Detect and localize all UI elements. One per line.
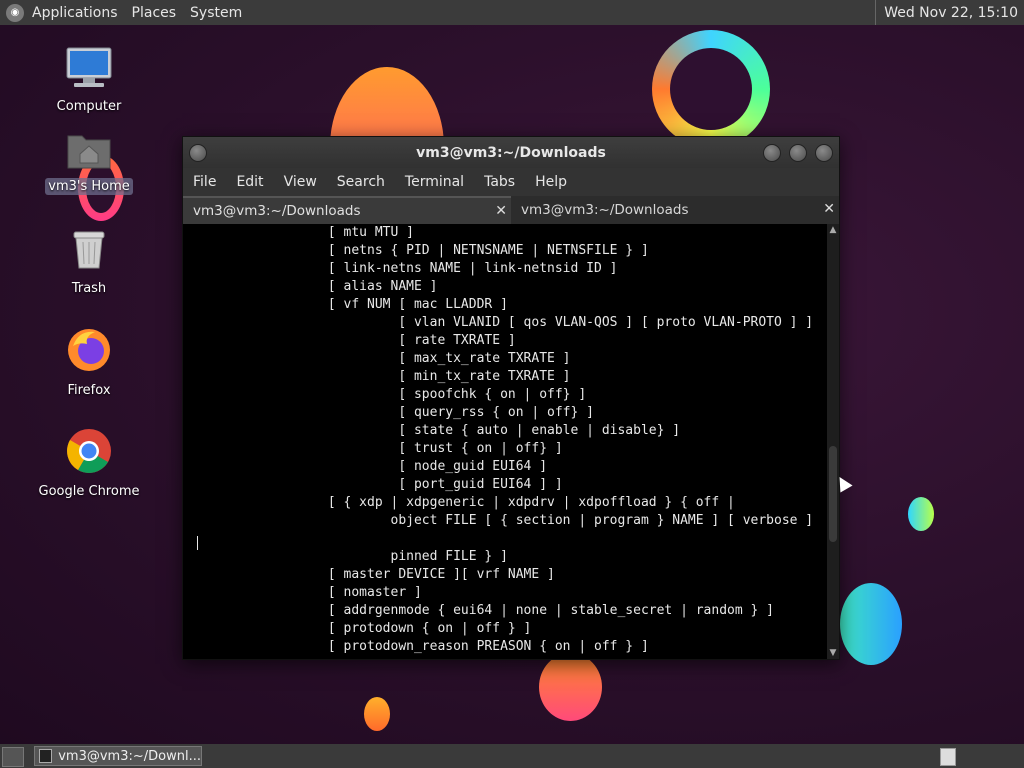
- tab-bar: vm3@vm3:~/Downloads ✕ vm3@vm3:~/Download…: [183, 196, 839, 224]
- terminal-line: [ query_rss { on | off} ]: [187, 405, 594, 420]
- desktop-icon-label: Computer: [56, 99, 122, 114]
- decor-blob: [364, 697, 390, 731]
- tab-close-icon[interactable]: ✕: [823, 201, 835, 217]
- terminal-line: [ min_tx_rate TXRATE ]: [187, 369, 571, 384]
- chrome-icon: [67, 429, 111, 473]
- tab-label: vm3@vm3:~/Downloads: [521, 202, 689, 218]
- menu-view[interactable]: View: [274, 174, 327, 190]
- desktop-icon-label: Trash: [71, 281, 107, 296]
- menu-places[interactable]: Places: [132, 5, 177, 21]
- bottom-panel: vm3@vm3:~/Downl...: [0, 744, 1024, 768]
- decor-blob: [908, 497, 934, 531]
- maximize-button[interactable]: [789, 144, 807, 162]
- terminal-line: [ alias NAME ]: [187, 279, 438, 294]
- terminal-line: [ addrgenmode { eui64 | none | stable_se…: [187, 603, 774, 618]
- workspace-switcher-icon[interactable]: [940, 748, 956, 766]
- menu-tabs[interactable]: Tabs: [474, 174, 525, 190]
- minimize-button[interactable]: [763, 144, 781, 162]
- panel-separator: [875, 0, 877, 25]
- menu-applications[interactable]: Applications: [32, 5, 118, 21]
- firefox-icon: [68, 329, 110, 371]
- tab-1[interactable]: vm3@vm3:~/Downloads ✕: [183, 196, 511, 224]
- terminal-line: [ protodown_reason PREASON { on | off } …: [187, 639, 649, 654]
- terminal-line: [ protodown { on | off } ]: [187, 621, 532, 636]
- desktop-icon-home[interactable]: vm3's Home: [34, 128, 144, 195]
- menu-help[interactable]: Help: [525, 174, 577, 190]
- decor-blob: [539, 653, 602, 721]
- top-panel: ◉ Applications Places System Wed Nov 22,…: [0, 0, 1024, 25]
- terminal-line: [ trust { on | off} ]: [187, 441, 563, 456]
- menubar: File Edit View Search Terminal Tabs Help: [183, 168, 839, 196]
- scroll-down-icon[interactable]: ▼: [827, 647, 839, 659]
- tab-close-icon[interactable]: ✕: [495, 203, 507, 219]
- menu-file[interactable]: File: [183, 174, 226, 190]
- terminal-line: pinned FILE } ]: [187, 549, 508, 564]
- terminal-line: [ link-netns NAME | link-netnsid ID ]: [187, 261, 618, 276]
- terminal-line: object FILE [ { section | program } NAME…: [187, 513, 814, 528]
- desktop-icon-trash[interactable]: Trash: [34, 228, 144, 297]
- decor-blob: [840, 583, 902, 665]
- menu-terminal[interactable]: Terminal: [395, 174, 474, 190]
- desktop-icon-label: Google Chrome: [38, 484, 140, 499]
- terminal-line: [ mtu MTU ]: [187, 225, 414, 240]
- terminal-line: [ vf NUM [ mac LLADDR ]: [187, 297, 508, 312]
- terminal-line: [ netns { PID | NETNSNAME | NETNSFILE } …: [187, 243, 649, 258]
- terminal-window: vm3@vm3:~/Downloads File Edit View Searc…: [182, 136, 840, 660]
- desktop-icon-chrome[interactable]: Google Chrome: [34, 427, 144, 500]
- terminal-line: [ nomaster ]: [187, 585, 422, 600]
- terminal-line: [ state { auto | enable | disable} ]: [187, 423, 681, 438]
- desktop-icon-firefox[interactable]: Firefox: [34, 326, 144, 399]
- computer-icon: [66, 47, 112, 87]
- taskbar-terminal-button[interactable]: vm3@vm3:~/Downl...: [34, 746, 202, 766]
- terminal-line: [ master DEVICE ][ vrf NAME ]: [187, 567, 555, 582]
- trash-icon: [73, 231, 105, 269]
- scroll-up-icon[interactable]: ▲: [827, 224, 839, 236]
- home-folder-icon: [67, 135, 111, 169]
- panel-right: Wed Nov 22, 15:10: [875, 0, 1024, 25]
- menu-search[interactable]: Search: [327, 174, 395, 190]
- clock[interactable]: Wed Nov 22, 15:10: [884, 5, 1024, 21]
- terminal-line: [ port_guid EUI64 ] ]: [187, 477, 563, 492]
- menu-edit[interactable]: Edit: [226, 174, 273, 190]
- terminal-line: [ vlan VLANID [ qos VLAN-QOS ] [ proto V…: [187, 315, 814, 330]
- desktop-icon-computer[interactable]: Computer: [34, 46, 144, 115]
- scrollbar-thumb[interactable]: [829, 446, 837, 542]
- window-titlebar[interactable]: vm3@vm3:~/Downloads: [183, 137, 839, 168]
- taskbar-button-label: vm3@vm3:~/Downl...: [58, 748, 201, 764]
- desktop-icon-label: vm3's Home: [45, 178, 133, 195]
- close-button[interactable]: [815, 144, 833, 162]
- terminal-icon: [39, 749, 53, 763]
- terminal-output[interactable]: [ mtu MTU ] [ netns { PID | NETNSNAME | …: [183, 224, 827, 659]
- tab-label: vm3@vm3:~/Downloads: [193, 203, 361, 219]
- show-desktop-icon[interactable]: [2, 747, 24, 767]
- menu-system[interactable]: System: [190, 5, 242, 21]
- window-menu-button[interactable]: [189, 144, 207, 162]
- distro-logo-icon[interactable]: ◉: [6, 3, 24, 22]
- terminal-line: [ max_tx_rate TXRATE ]: [187, 351, 571, 366]
- terminal-scrollbar[interactable]: ▲ ▼: [827, 224, 839, 659]
- terminal-line: [ rate TXRATE ]: [187, 333, 516, 348]
- terminal-line: [ node_guid EUI64 ]: [187, 459, 548, 474]
- decor-ring: [652, 30, 770, 148]
- window-title: vm3@vm3:~/Downloads: [416, 144, 606, 161]
- desktop-icon-label: Firefox: [67, 383, 111, 398]
- tab-2[interactable]: vm3@vm3:~/Downloads ✕: [511, 196, 839, 224]
- text-cursor: [197, 536, 198, 550]
- terminal-line: [ { xdp | xdpgeneric | xdpdrv | xdpofflo…: [187, 495, 735, 510]
- terminal-line: [ spoofchk { on | off} ]: [187, 387, 587, 402]
